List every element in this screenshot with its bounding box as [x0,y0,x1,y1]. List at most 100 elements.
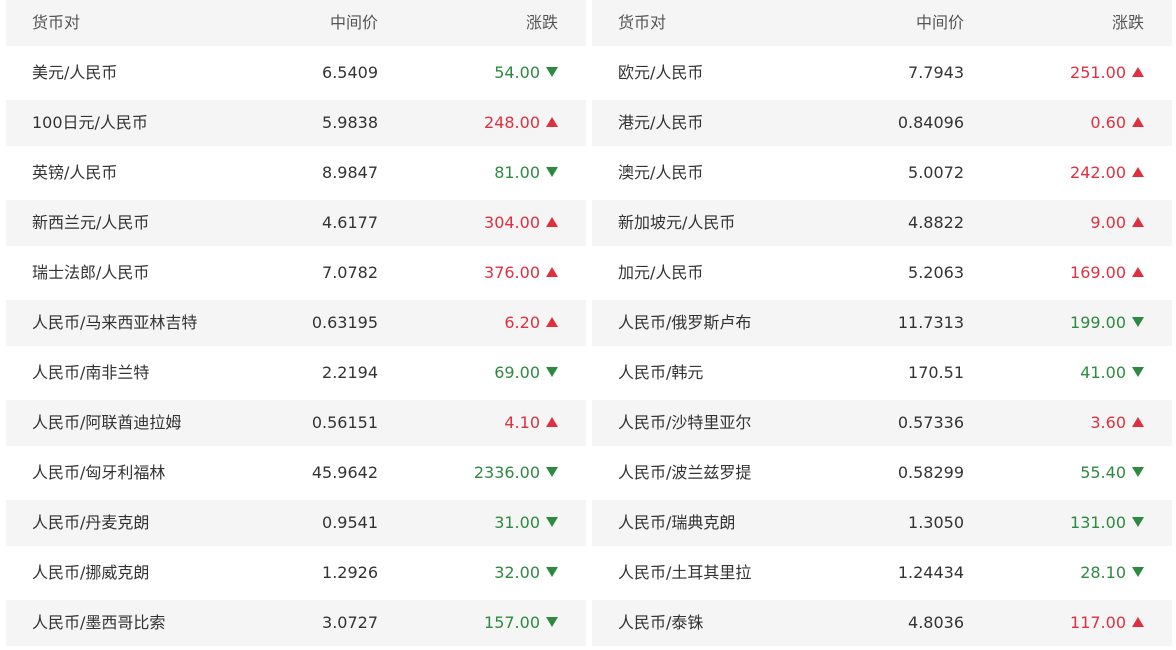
change-value: 376.00 [484,263,540,282]
header-mid: 中间价 [329,13,378,32]
table-row: 人民币/瑞典克朗 1.3050 131.00 [592,500,1172,546]
change-cell: 81.00 [494,150,558,196]
change-cell: 0.60 [1090,100,1144,146]
table-row: 加元/人民币 5.2063 169.00 [592,250,1172,296]
table-row: 人民币/马来西亚林吉特 0.63195 6.20 [6,300,586,346]
mid-price: 6.5409 [322,63,378,82]
triangle-up-icon [546,217,558,227]
mid-price: 1.2926 [322,563,378,582]
change-cell: 169.00 [1070,250,1144,296]
change-cell: 69.00 [494,350,558,396]
change-cell: 4.10 [504,400,558,446]
table-row: 100日元/人民币 5.9838 248.00 [6,100,586,146]
triangle-down-icon [546,67,558,77]
table-row: 瑞士法郎/人民币 7.0782 376.00 [6,250,586,296]
currency-pair: 加元/人民币 [618,263,704,282]
triangle-down-icon [546,367,558,377]
change-value: 248.00 [484,113,540,132]
mid-price: 3.0727 [322,613,378,632]
mid-price: 0.58299 [897,463,964,482]
mid-price: 5.2063 [908,263,964,282]
triangle-down-icon [1132,317,1144,327]
currency-pair: 人民币/丹麦克朗 [32,513,150,532]
currency-pair: 澳元/人民币 [618,163,704,182]
change-value: 54.00 [494,63,540,82]
currency-pair: 人民币/波兰兹罗提 [618,463,752,482]
mid-price: 7.7943 [908,63,964,82]
triangle-down-icon [546,567,558,577]
mid-price: 4.8036 [908,613,964,632]
table-row: 人民币/沙特里亚尔 0.57336 3.60 [592,400,1172,446]
change-value: 169.00 [1070,263,1126,282]
currency-pair: 100日元/人民币 [32,113,148,132]
currency-pair: 瑞士法郎/人民币 [32,263,150,282]
change-value: 0.60 [1090,113,1126,132]
currency-pair: 新加坡元/人民币 [618,213,736,232]
triangle-up-icon [546,117,558,127]
triangle-down-icon [1132,367,1144,377]
currency-pair: 人民币/墨西哥比索 [32,613,166,632]
left-rows: 美元/人民币 6.5409 54.00 100日元/人民币 5.9838 248.00 英镑… [6,50,586,646]
triangle-up-icon [1132,267,1144,277]
triangle-down-icon [1132,567,1144,577]
change-cell: 199.00 [1070,300,1144,346]
change-cell: 55.40 [1080,450,1144,496]
change-cell: 32.00 [494,550,558,596]
change-value: 2336.00 [473,463,540,482]
table-row: 美元/人民币 6.5409 54.00 [6,50,586,96]
change-value: 31.00 [494,513,540,532]
triangle-up-icon [1132,67,1144,77]
right-rate-table: 货币对 中间价 涨跌 欧元/人民币 7.7943 251.00 港元/人民币 0.840… [592,0,1172,650]
change-cell: 251.00 [1070,50,1144,96]
triangle-down-icon [546,167,558,177]
triangle-up-icon [1132,217,1144,227]
triangle-up-icon [546,417,558,427]
currency-pair: 人民币/瑞典克朗 [618,513,736,532]
table-header: 货币对 中间价 涨跌 [592,0,1172,46]
change-cell: 31.00 [494,500,558,546]
mid-price: 0.57336 [897,413,964,432]
currency-pair: 人民币/南非兰特 [32,363,150,382]
change-value: 28.10 [1080,563,1126,582]
mid-price: 1.24434 [897,563,964,582]
triangle-down-icon [546,617,558,627]
currency-pair: 人民币/挪威克朗 [32,563,150,582]
mid-price: 8.9847 [322,163,378,182]
table-row: 新西兰元/人民币 4.6177 304.00 [6,200,586,246]
mid-price: 0.84096 [897,113,964,132]
mid-price: 0.63195 [311,313,378,332]
mid-price: 4.6177 [322,213,378,232]
table-row: 人民币/挪威克朗 1.2926 32.00 [6,550,586,596]
change-value: 69.00 [494,363,540,382]
table-row: 港元/人民币 0.84096 0.60 [592,100,1172,146]
change-cell: 304.00 [484,200,558,246]
triangle-down-icon [1132,517,1144,527]
triangle-down-icon [546,467,558,477]
mid-price: 7.0782 [322,263,378,282]
table-row: 人民币/俄罗斯卢布 11.7313 199.00 [592,300,1172,346]
currency-pair: 人民币/泰铢 [618,613,704,632]
mid-price: 5.9838 [322,113,378,132]
change-cell: 376.00 [484,250,558,296]
change-value: 157.00 [484,613,540,632]
change-value: 4.10 [504,413,540,432]
mid-price: 0.9541 [322,513,378,532]
triangle-up-icon [546,267,558,277]
change-cell: 157.00 [484,600,558,646]
mid-price: 5.0072 [908,163,964,182]
change-value: 251.00 [1070,63,1126,82]
currency-pair: 新西兰元/人民币 [32,213,150,232]
table-row: 人民币/土耳其里拉 1.24434 28.10 [592,550,1172,596]
change-value: 131.00 [1070,513,1126,532]
table-row: 欧元/人民币 7.7943 251.00 [592,50,1172,96]
table-row: 英镑/人民币 8.9847 81.00 [6,150,586,196]
currency-pair: 人民币/沙特里亚尔 [618,413,752,432]
change-value: 32.00 [494,563,540,582]
header-change: 涨跌 [525,13,558,32]
triangle-down-icon [1132,467,1144,477]
right-rows: 欧元/人民币 7.7943 251.00 港元/人民币 0.84096 0.60 澳元/人民… [592,50,1172,646]
mid-price: 170.51 [908,363,964,382]
triangle-up-icon [1132,417,1144,427]
header-pair: 货币对 [32,13,81,32]
currency-pair: 欧元/人民币 [618,63,704,82]
